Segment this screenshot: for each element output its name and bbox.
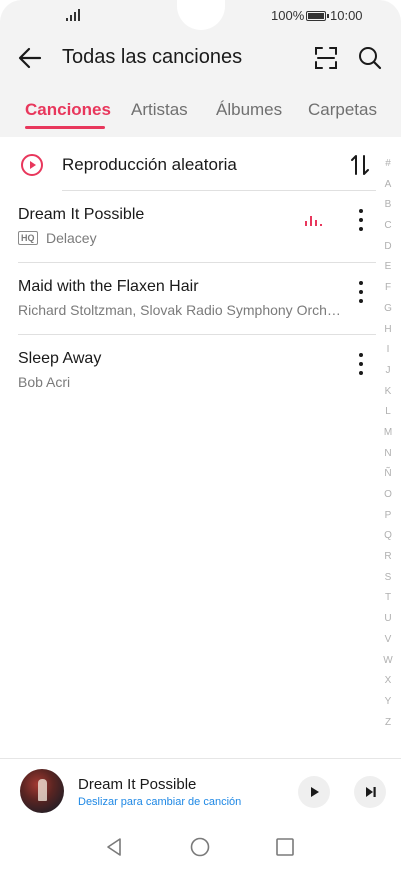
tab-artistas[interactable]: Artistas — [131, 100, 188, 120]
signal-icon — [66, 9, 82, 21]
album-art[interactable] — [20, 769, 64, 813]
alphabet-letter[interactable]: M — [378, 423, 398, 444]
hq-badge: HQ — [18, 231, 38, 245]
skip-next-icon — [366, 787, 376, 797]
now-playing-equalizer-icon — [305, 214, 325, 226]
more-options-button[interactable] — [352, 280, 370, 306]
alphabet-letter[interactable]: R — [378, 547, 398, 568]
alphabet-letter[interactable]: Ñ — [378, 464, 398, 485]
app-bar: Todas las canciones — [0, 34, 401, 82]
nav-back-icon[interactable] — [103, 836, 125, 858]
tab-carpetas[interactable]: Carpetas — [308, 100, 377, 120]
nav-home-icon[interactable] — [189, 836, 211, 858]
search-icon — [359, 47, 382, 70]
alphabet-letter[interactable]: I — [378, 340, 398, 361]
tab-bar: Canciones Artistas Álbumes Carpetas — [0, 96, 401, 132]
battery-icon — [306, 11, 329, 21]
shuffle-label: Reproducción aleatoria — [62, 155, 237, 174]
song-row[interactable]: Maid with the Flaxen Hair Richard Stoltz… — [0, 270, 378, 340]
active-tab-indicator — [25, 126, 105, 129]
divider — [62, 190, 376, 191]
alphabet-letter[interactable]: K — [378, 382, 398, 403]
back-arrow-icon — [18, 47, 42, 69]
alphabet-letter[interactable]: B — [378, 195, 398, 216]
search-button[interactable] — [354, 42, 386, 74]
more-options-button[interactable] — [352, 208, 370, 234]
song-title: Maid with the Flaxen Hair — [18, 278, 199, 295]
alphabet-letter[interactable]: G — [378, 299, 398, 320]
alphabet-letter[interactable]: W — [378, 651, 398, 672]
more-options-button[interactable] — [352, 352, 370, 378]
back-button[interactable] — [14, 42, 46, 74]
status-bar: 100% 10:00 — [0, 0, 401, 32]
alphabet-letter[interactable]: S — [378, 568, 398, 589]
alphabet-letter[interactable]: Y — [378, 692, 398, 713]
scan-icon — [315, 47, 337, 69]
divider — [18, 262, 376, 263]
nav-recents-icon[interactable] — [274, 836, 296, 858]
system-nav-bar — [0, 826, 401, 870]
song-title: Sleep Away — [18, 350, 102, 367]
tab-canciones[interactable]: Canciones — [25, 100, 111, 120]
play-circle-icon — [21, 154, 43, 176]
alphabet-letter[interactable]: U — [378, 609, 398, 630]
song-title: Dream It Possible — [18, 206, 145, 223]
alphabet-letter[interactable]: C — [378, 216, 398, 237]
alphabet-index[interactable]: # A B C D E F G H I J K L M N Ñ O P Q R S T U V W X Y Z — [378, 154, 398, 733]
song-artist: Richard Stoltzman, Slovak Radio Symphony… — [18, 302, 348, 318]
mini-player[interactable]: Dream It Possible Deslizar para cambiar … — [0, 758, 401, 824]
alphabet-letter[interactable]: A — [378, 175, 398, 196]
song-row[interactable]: Dream It Possible HQ Delacey — [0, 198, 378, 268]
alphabet-letter[interactable]: X — [378, 671, 398, 692]
page-title: Todas las canciones — [62, 46, 243, 68]
now-playing-title: Dream It Possible — [78, 776, 197, 793]
clock: 10:00 — [330, 8, 363, 23]
battery-percent: 100% — [271, 8, 305, 23]
alphabet-letter[interactable]: O — [378, 485, 398, 506]
song-artist: Delacey — [46, 230, 97, 246]
scan-button[interactable] — [310, 42, 342, 74]
alphabet-letter[interactable]: F — [378, 278, 398, 299]
sort-icon[interactable] — [348, 153, 372, 177]
alphabet-letter[interactable]: N — [378, 444, 398, 465]
alphabet-letter[interactable]: T — [378, 588, 398, 609]
swipe-hint: Deslizar para cambiar de canción — [78, 796, 242, 808]
alphabet-letter[interactable]: Z — [378, 713, 398, 734]
song-artist: Bob Acri — [18, 374, 71, 390]
alphabet-letter[interactable]: P — [378, 506, 398, 527]
alphabet-letter[interactable]: D — [378, 237, 398, 258]
alphabet-letter[interactable]: Q — [378, 526, 398, 547]
play-icon — [311, 787, 319, 797]
alphabet-letter[interactable]: V — [378, 630, 398, 651]
next-button[interactable] — [354, 776, 386, 808]
alphabet-letter[interactable]: E — [378, 257, 398, 278]
divider — [18, 334, 376, 335]
song-row[interactable]: Sleep Away Bob Acri — [0, 342, 378, 412]
alphabet-letter[interactable]: L — [378, 402, 398, 423]
alphabet-letter[interactable]: J — [378, 361, 398, 382]
alphabet-letter[interactable]: H — [378, 320, 398, 341]
alphabet-letter[interactable]: # — [378, 154, 398, 175]
shuffle-play-row[interactable]: Reproducción aleatoria — [0, 140, 401, 190]
tab-albumes[interactable]: Álbumes — [216, 100, 282, 120]
play-button[interactable] — [298, 776, 330, 808]
